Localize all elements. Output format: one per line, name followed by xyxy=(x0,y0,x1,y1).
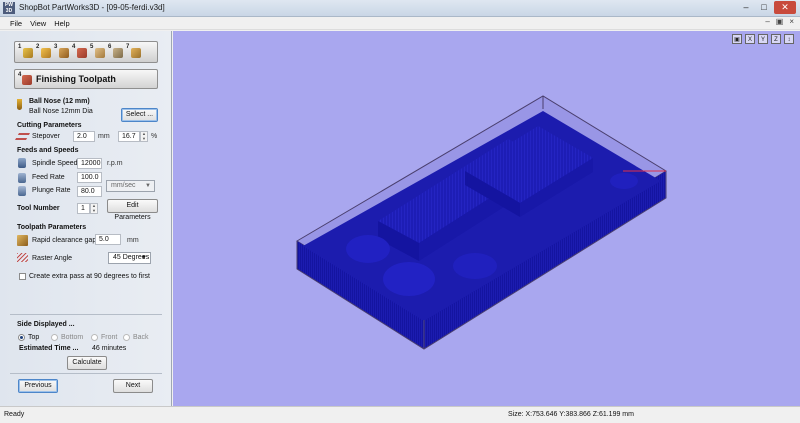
raster-angle-label: Raster Angle xyxy=(32,255,73,262)
tool-name: Ball Nose (12 mm) xyxy=(29,98,90,105)
toolpath-panel: 1 2 3 4 5 6 7 4 Finishing Toolpath Ball … xyxy=(0,31,172,406)
tool-1-icon[interactable]: 1 xyxy=(18,44,34,60)
tool-number-stepper[interactable]: ▲ ▼ xyxy=(90,203,98,214)
view-toolbar: ▣ X Y Z ↕ xyxy=(732,34,794,44)
tool-6-icon[interactable]: 6 xyxy=(108,44,124,60)
menu-file[interactable]: File xyxy=(10,19,22,28)
tool-number-input[interactable]: 1 xyxy=(77,203,90,214)
tool-number-label: Tool Number xyxy=(17,205,60,212)
percent-sign: % xyxy=(151,133,158,140)
side-front-radio[interactable] xyxy=(91,334,98,341)
stepover-icon xyxy=(14,133,31,140)
menu-bar: File View Help – ▣ × xyxy=(0,17,800,30)
stepover-input[interactable]: 2.0 xyxy=(73,131,95,142)
calculate-button[interactable]: Calculate xyxy=(67,356,107,370)
side-bottom-radio[interactable] xyxy=(51,334,58,341)
toolpath-preview xyxy=(296,95,667,350)
tool-3-icon[interactable]: 3 xyxy=(54,44,70,60)
mdi-restore-button[interactable]: ▣ xyxy=(776,17,784,26)
window-title: ShopBot PartWorks3D - [09-05-ferdi.v3d] xyxy=(19,3,165,12)
mdi-minimize-button[interactable]: – xyxy=(765,17,769,26)
app-logo-icon: PW 3D xyxy=(3,2,15,14)
side-front-label: Front xyxy=(101,334,118,341)
feeds-speeds-header: Feeds and Speeds xyxy=(17,147,79,154)
spindle-speed-unit: r.p.m xyxy=(107,160,123,167)
section-header: 4 Finishing Toolpath xyxy=(14,69,158,89)
next-button[interactable]: Next xyxy=(113,379,153,393)
stepover-label: Stepover xyxy=(32,133,61,140)
spindle-speed-input[interactable]: 12000 xyxy=(77,158,102,169)
side-displayed-header: Side Displayed ... xyxy=(17,321,75,328)
stepover-percent-input[interactable]: 16.7 xyxy=(118,131,140,142)
rapid-clearance-icon xyxy=(17,235,28,246)
menu-view[interactable]: View xyxy=(30,19,46,28)
edit-parameters-button[interactable]: Edit Parameters xyxy=(107,199,158,221)
finishing-toolpath-icon: 4 xyxy=(18,72,32,86)
menu-help[interactable]: Help xyxy=(54,19,69,28)
chevron-down-icon: ▼ xyxy=(141,255,147,261)
iso-view-icon[interactable]: ▣ xyxy=(732,34,742,44)
ball-nose-icon xyxy=(17,99,22,110)
rapid-clearance-label: Rapid clearance gap xyxy=(32,237,97,244)
spindle-icon xyxy=(18,158,26,168)
spindle-speed-label: Spindle Speed xyxy=(32,160,78,167)
zoom-fit-icon[interactable]: ↕ xyxy=(784,34,794,44)
plunge-rate-input[interactable]: 80.0 xyxy=(77,186,102,197)
estimated-time-value: 46 minutes xyxy=(92,345,127,352)
rate-unit-select[interactable]: mm/sec ▼ xyxy=(106,180,155,192)
stepover-percent-stepper[interactable]: ▲ ▼ xyxy=(140,131,148,142)
section-title: Finishing Toolpath xyxy=(36,74,116,84)
3d-viewport[interactable]: ▣ X Y Z ↕ xyxy=(173,31,800,406)
toolpath-toolbar: 1 2 3 4 5 6 7 xyxy=(14,41,158,63)
previous-button[interactable]: Previous xyxy=(18,379,58,393)
side-top-label: Top xyxy=(28,334,40,341)
close-button[interactable]: ✕ xyxy=(774,1,796,14)
plunge-rate-icon xyxy=(18,186,26,196)
tool-7-icon[interactable]: 7 xyxy=(126,44,142,60)
side-back-radio[interactable] xyxy=(123,334,130,341)
minimize-button[interactable]: – xyxy=(738,1,754,14)
tool-description: Ball Nose 12mm Dia xyxy=(29,108,93,115)
tool-5-icon[interactable]: 5 xyxy=(90,44,106,60)
rapid-clearance-unit: mm xyxy=(127,237,139,244)
side-top-radio[interactable] xyxy=(18,334,25,341)
maximize-button[interactable]: □ xyxy=(756,1,772,14)
feed-rate-icon xyxy=(18,173,26,183)
cutting-parameters-header: Cutting Parameters xyxy=(17,122,82,129)
tool-4-icon[interactable]: 4 xyxy=(72,44,88,60)
estimated-time-label: Estimated Time ... xyxy=(19,345,79,352)
tool-2-icon[interactable]: 2 xyxy=(36,44,52,60)
mdi-controls: – ▣ × xyxy=(765,17,794,26)
mdi-close-button[interactable]: × xyxy=(789,17,794,26)
x-axis-view-icon[interactable]: X xyxy=(745,34,755,44)
panel-divider-bottom xyxy=(10,373,162,374)
z-axis-view-icon[interactable]: Z xyxy=(771,34,781,44)
rapid-clearance-input[interactable]: 5.0 xyxy=(95,234,121,245)
stepover-unit: mm xyxy=(98,133,110,140)
y-axis-view-icon[interactable]: Y xyxy=(758,34,768,44)
raster-angle-select[interactable]: 45 Degrees ▼ xyxy=(108,252,151,264)
extra-pass-checkbox[interactable] xyxy=(19,273,26,280)
plunge-rate-label: Plunge Rate xyxy=(32,187,71,194)
feed-rate-label: Feed Rate xyxy=(32,174,65,181)
toolpath-parameters-header: Toolpath Parameters xyxy=(17,224,87,231)
side-back-label: Back xyxy=(133,334,149,341)
extra-pass-label: Create extra pass at 90 degrees to first xyxy=(29,273,151,280)
raster-angle-icon xyxy=(17,253,28,262)
rate-unit-value: mm/sec xyxy=(111,182,136,189)
window-controls: – □ ✕ xyxy=(738,1,796,14)
status-coords: Size: X:753.646 Y:383.866 Z:61.199 mm xyxy=(508,411,634,418)
select-tool-button[interactable]: Select ... xyxy=(121,108,158,122)
title-bar: PW 3D ShopBot PartWorks3D - [09-05-ferdi.… xyxy=(0,0,800,17)
panel-divider xyxy=(10,314,162,315)
feed-rate-input[interactable]: 100.0 xyxy=(77,172,102,183)
chevron-down-icon: ▼ xyxy=(145,183,151,189)
side-bottom-label: Bottom xyxy=(61,334,84,341)
status-bar: Ready Size: X:753.646 Y:383.866 Z:61.199… xyxy=(0,406,800,423)
status-text: Ready xyxy=(4,411,25,418)
